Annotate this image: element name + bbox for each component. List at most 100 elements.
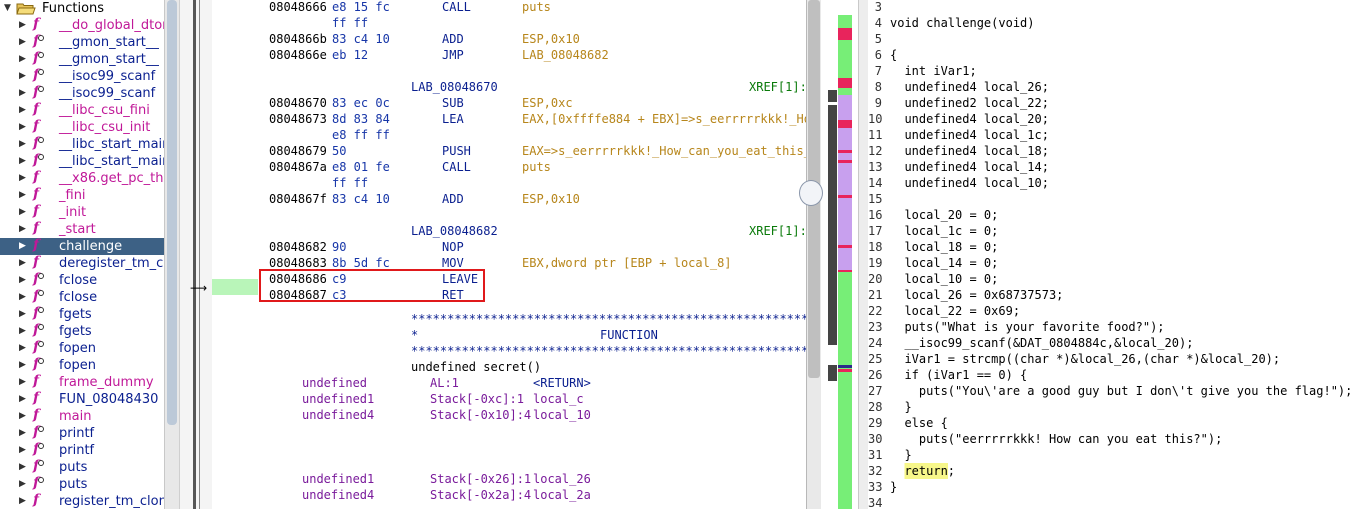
address[interactable]: 08048666 xyxy=(269,0,327,15)
tree-item[interactable]: ▶ f __gmon_start__ xyxy=(0,33,164,51)
mnemonic[interactable]: NOP xyxy=(442,239,464,255)
code-text[interactable]: } xyxy=(890,399,911,415)
instruction-bytes[interactable]: 83 c4 10 xyxy=(332,31,390,47)
address[interactable]: 08048670 xyxy=(269,95,327,111)
tree-item[interactable]: ▶ f __do_global_dtor xyxy=(0,16,164,34)
entropy-overview-strip[interactable] xyxy=(828,0,837,509)
code-text[interactable]: undefined4 local_18; xyxy=(890,143,1049,159)
variable-row[interactable]: undefined AL:1 <RETURN> xyxy=(212,375,806,391)
expand-arrow-icon[interactable]: ▶ xyxy=(19,204,26,221)
address[interactable]: 08048679 xyxy=(269,143,327,159)
decompiled-line[interactable]: 6{ xyxy=(868,47,1351,63)
decompiled-line[interactable]: 33} xyxy=(868,479,1351,495)
instruction-bytes[interactable]: 83 ec 0c xyxy=(332,95,390,111)
collapse-arrow-icon[interactable]: ▼ xyxy=(4,0,11,17)
instruction-row[interactable]: 08048682 90 NOP xyxy=(212,239,806,255)
code-text[interactable]: local_18 = 0; xyxy=(890,239,998,255)
decompiled-line[interactable]: 12 undefined4 local_18; xyxy=(868,143,1351,159)
decompiled-line[interactable]: 4 void challenge(void) xyxy=(868,15,1351,31)
expand-arrow-icon[interactable]: ▶ xyxy=(19,102,26,119)
instruction-row[interactable]: 08048673 8d 83 84 LEA EAX,[0xffffe884 + EBX… xyxy=(212,111,806,127)
tree-item[interactable]: ▶ f printf xyxy=(0,424,164,442)
expand-arrow-icon[interactable]: ▶ xyxy=(19,170,26,187)
expand-arrow-icon[interactable]: ▶ xyxy=(19,51,26,68)
tree-item[interactable]: ▶ f fclose xyxy=(0,271,164,289)
address[interactable]: 0804866b xyxy=(269,31,327,47)
decompiled-line[interactable]: 15 xyxy=(868,191,1351,207)
expand-arrow-icon[interactable]: ▶ xyxy=(19,476,26,493)
scroll-knob-icon[interactable] xyxy=(799,180,823,206)
variable-row[interactable]: undefined1 Stack[-0xc]:1 local_c xyxy=(212,391,806,407)
code-text[interactable]: undefined4 local_20; xyxy=(890,111,1049,127)
code-text[interactable]: return; xyxy=(890,463,956,479)
decompiled-line[interactable]: 20 local_10 = 0; xyxy=(868,271,1351,287)
tree-item[interactable]: ▶ f FUN_08048430 xyxy=(0,390,164,408)
operands[interactable]: ESP,0xc xyxy=(522,95,573,111)
code-text[interactable]: local_20 = 0; xyxy=(890,207,998,223)
code-text[interactable]: undefined4 local_10; xyxy=(890,175,1049,191)
instruction-row[interactable]: 08048670 83 ec 0c SUB ESP,0xc xyxy=(212,95,806,111)
code-text[interactable]: { xyxy=(890,47,897,63)
mnemonic[interactable]: SUB xyxy=(442,95,464,111)
expand-arrow-icon[interactable]: ▶ xyxy=(19,323,26,340)
code-text[interactable]: int iVar1; xyxy=(890,63,976,79)
code-text[interactable]: local_26 = 0x68737573; xyxy=(890,287,1063,303)
xref-label[interactable]: XREF[1]: xyxy=(749,223,806,239)
code-text[interactable]: undefined2 local_22; xyxy=(890,95,1049,111)
instruction-bytes[interactable]: ff ff xyxy=(332,15,368,31)
tree-item[interactable]: ▶ f fclose xyxy=(0,288,164,306)
mnemonic[interactable]: CALL xyxy=(442,159,471,175)
tree-item[interactable]: ▶ f printf xyxy=(0,441,164,459)
decompiled-line[interactable]: 13 undefined4 local_14; xyxy=(868,159,1351,175)
decompiled-line[interactable]: 23 puts("What is your favorite food?"); xyxy=(868,319,1351,335)
decompiled-line[interactable]: 26 if (iVar1 == 0) { xyxy=(868,367,1351,383)
tree-item[interactable]: ▶ f __gmon_start__ xyxy=(0,50,164,68)
operands[interactable]: puts xyxy=(522,159,551,175)
tree-item[interactable]: ▶ f __isoc99_scanf xyxy=(0,67,164,85)
tree-item[interactable]: ▶ f __isoc99_scanf xyxy=(0,84,164,102)
tree-item[interactable]: ▶ f __libc_csu_fini xyxy=(0,101,164,119)
decompiled-line[interactable]: 10 undefined4 local_20; xyxy=(868,111,1351,127)
expand-arrow-icon[interactable]: ▶ xyxy=(19,459,26,476)
decompiled-line[interactable]: 18 local_18 = 0; xyxy=(868,239,1351,255)
code-text[interactable]: local_22 = 0x69; xyxy=(890,303,1020,319)
expand-arrow-icon[interactable]: ▶ xyxy=(19,289,26,306)
instruction-row[interactable]: 0804867a e8 01 fe CALL puts xyxy=(212,159,806,175)
mnemonic[interactable]: JMP xyxy=(442,47,464,63)
decompiled-line[interactable]: 21 local_26 = 0x68737573; xyxy=(868,287,1351,303)
instruction-row[interactable]: 08048679 50 PUSH EAX=>s_eerrrrrkkk!_How_can… xyxy=(212,143,806,159)
decompiled-line[interactable]: 5 xyxy=(868,31,1351,47)
listing-view[interactable]: 08048666 e8 15 fc CALL puts ff ff 0804866b 83 … xyxy=(212,0,806,509)
code-text[interactable]: local_14 = 0; xyxy=(890,255,998,271)
instruction-bytes[interactable]: 50 xyxy=(332,143,346,159)
instruction-row[interactable]: 0804867f 83 c4 10 ADD ESP,0x10 xyxy=(212,191,806,207)
decompiled-line[interactable]: 34 xyxy=(868,495,1351,509)
tree-item[interactable]: ▶ f _start xyxy=(0,220,164,238)
instruction-row[interactable]: ff ff xyxy=(212,15,806,31)
tree-item[interactable]: ▶ f __libc_csu_init xyxy=(0,118,164,136)
instruction-bytes[interactable]: e8 15 fc xyxy=(332,0,390,15)
decompiled-line[interactable]: 25 iVar1 = strcmp((char *)&local_26,(cha… xyxy=(868,351,1351,367)
code-text[interactable]: void challenge(void) xyxy=(890,15,1035,31)
expand-arrow-icon[interactable]: ▶ xyxy=(19,34,26,51)
decompiled-line[interactable]: 9 undefined2 local_22; xyxy=(868,95,1351,111)
expand-arrow-icon[interactable]: ▶ xyxy=(19,391,26,408)
expand-arrow-icon[interactable]: ▶ xyxy=(19,306,26,323)
expand-arrow-icon[interactable]: ▶ xyxy=(19,357,26,374)
code-text[interactable]: puts("You\'are a good guy but I don\'t g… xyxy=(890,383,1351,399)
decompiled-line[interactable]: 14 undefined4 local_10; xyxy=(868,175,1351,191)
tree-item[interactable]: ▶ f main xyxy=(0,407,164,425)
decompiled-line[interactable]: 19 local_14 = 0; xyxy=(868,255,1351,271)
tree-root-functions[interactable]: ▼ Functions xyxy=(0,0,164,17)
tree-item[interactable]: ▶ f frame_dummy xyxy=(0,373,164,391)
tree-item[interactable]: ▶ f fopen xyxy=(0,339,164,357)
expand-arrow-icon[interactable]: ▶ xyxy=(19,17,26,34)
decompiled-line[interactable]: 27 puts("You\'are a good guy but I don\'… xyxy=(868,383,1351,399)
decompiled-line[interactable]: 22 local_22 = 0x69; xyxy=(868,303,1351,319)
decompiled-line[interactable]: 11 undefined4 local_1c; xyxy=(868,127,1351,143)
expand-arrow-icon[interactable]: ▶ xyxy=(19,238,26,255)
code-label-row[interactable]: LAB_08048670 XREF[1]: xyxy=(212,79,806,95)
tree-item[interactable]: ▶ f fgets xyxy=(0,305,164,323)
code-text[interactable]: local_10 = 0; xyxy=(890,271,998,287)
variable-row[interactable]: undefined4 Stack[-0x10]:4 local_10 xyxy=(212,407,806,423)
